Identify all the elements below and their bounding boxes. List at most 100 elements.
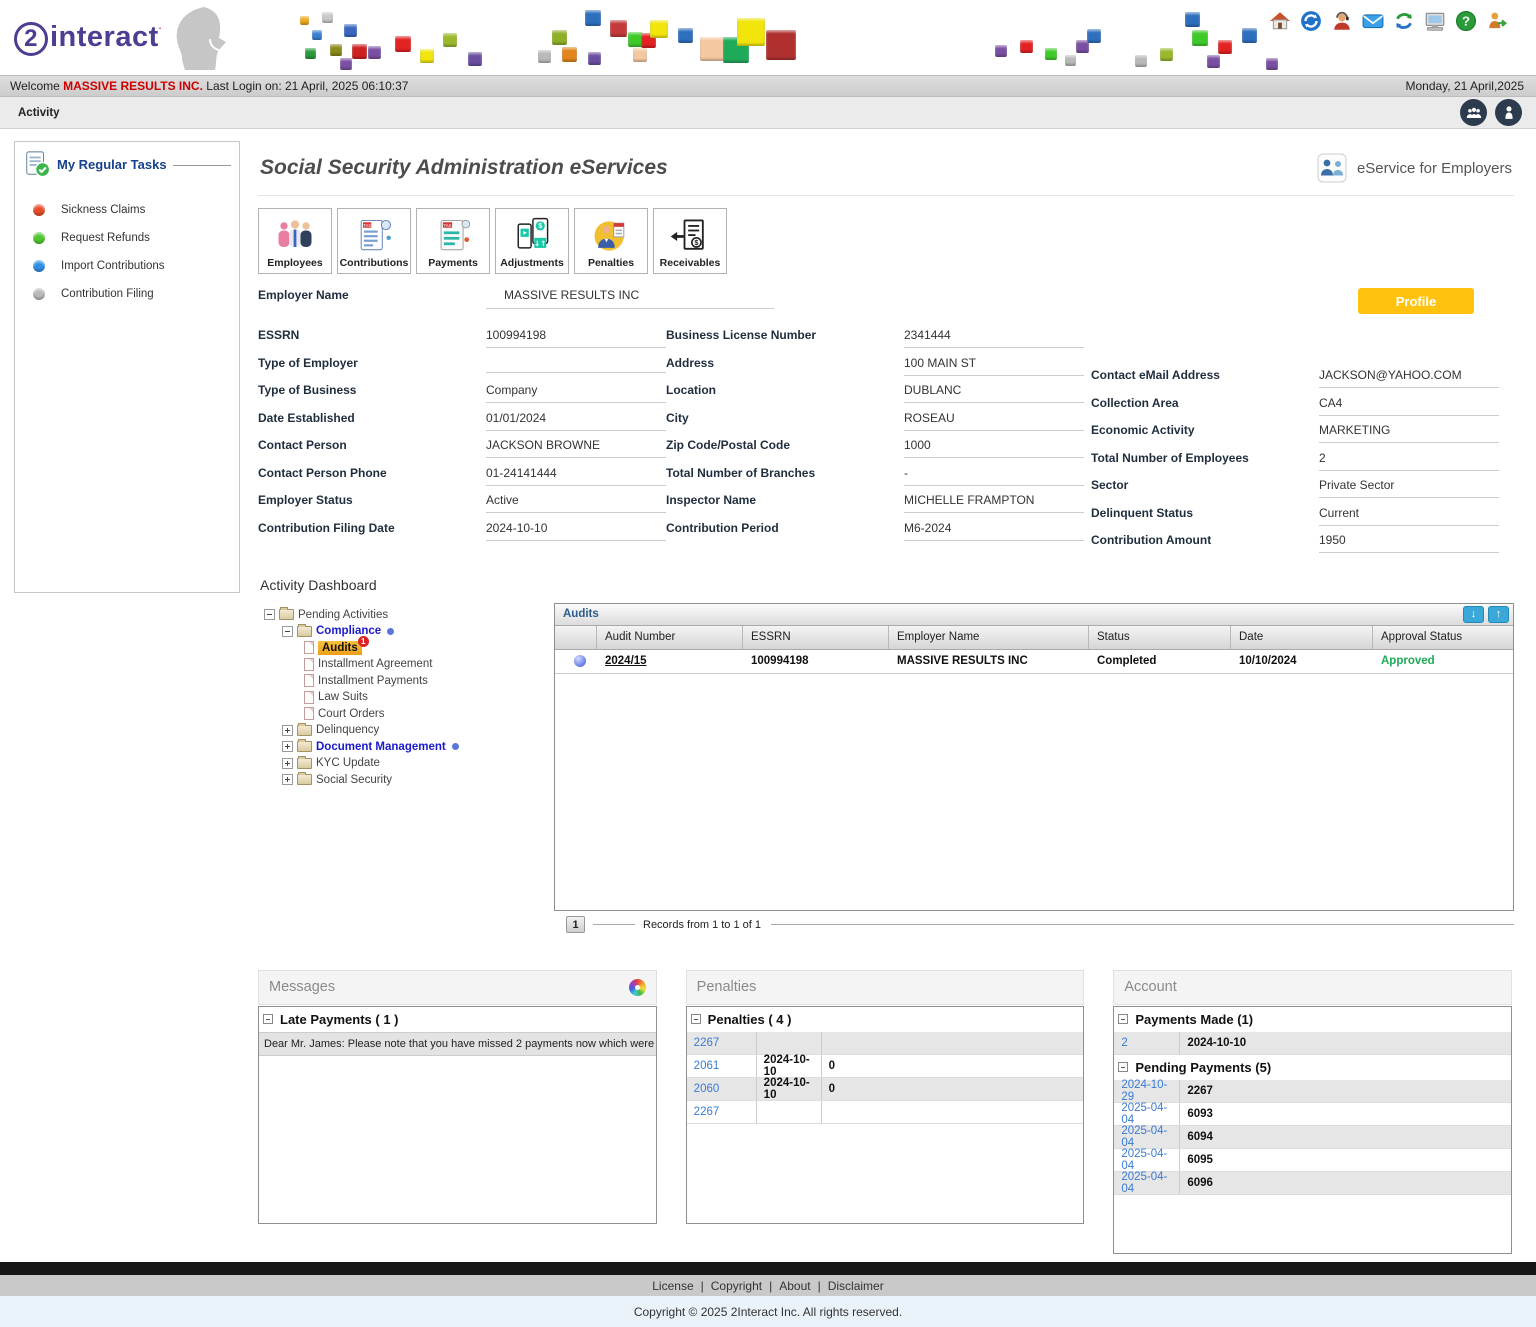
payments-icon: TAX: [431, 217, 475, 255]
employer-name-row: Employer Name MASSIVE RESULTS INC: [258, 288, 1514, 328]
collapse-icon[interactable]: [264, 609, 275, 620]
column-header: [555, 626, 597, 650]
field-label: Collection Area: [1091, 396, 1319, 410]
module-label: Receivables: [660, 257, 721, 269]
audits-area: Audits ↓ ↑ Audit Number ESSRN Emplo: [554, 603, 1514, 936]
support-icon[interactable]: [1331, 10, 1353, 32]
row-bullet[interactable]: [555, 650, 597, 674]
contributions-button[interactable]: TAX Contributions: [337, 208, 411, 274]
collapse-icon[interactable]: [691, 1014, 701, 1024]
computer-icon[interactable]: [1424, 10, 1446, 32]
column-header: Approval Status: [1373, 626, 1513, 650]
field-label: Contact Person: [258, 438, 486, 452]
tree-node-audits[interactable]: Audits1: [258, 640, 554, 657]
penalties-button[interactable]: Penalties: [574, 208, 648, 274]
tree-node-kyc-update[interactable]: KYC Update: [258, 755, 554, 772]
penalty-link[interactable]: 2267: [694, 1037, 720, 1049]
pending-payment-link[interactable]: 2025-04-04: [1121, 1171, 1179, 1195]
column-header: Employer Name: [889, 626, 1089, 650]
green-dot-icon: [33, 232, 45, 244]
refresh-pinwheel-icon[interactable]: [629, 979, 646, 996]
field-value: MARKETING: [1319, 423, 1499, 443]
tree-node-compliance[interactable]: Compliance: [258, 623, 554, 640]
penalty-link[interactable]: 2061: [694, 1060, 720, 1072]
svg-text:TAX: TAX: [444, 223, 452, 228]
pending-payment-link[interactable]: 2025-04-04: [1121, 1102, 1179, 1126]
help-icon[interactable]: ?: [1455, 10, 1477, 32]
expand-icon[interactable]: [282, 758, 293, 769]
about-link[interactable]: About: [779, 1279, 810, 1293]
sidebar-item-sickness-claims[interactable]: Sickness Claims: [29, 196, 239, 224]
download-icon[interactable]: ↓: [1463, 606, 1484, 623]
audits-title-bar: Audits ↓ ↑: [555, 604, 1513, 626]
sidebar-item-request-refunds[interactable]: Request Refunds: [29, 224, 239, 252]
tree-node-pending-activities[interactable]: Pending Activities: [258, 607, 554, 624]
payment-link[interactable]: 2: [1121, 1037, 1127, 1049]
refresh-icon[interactable]: [1393, 10, 1415, 32]
expand-icon[interactable]: [282, 725, 293, 736]
svg-text:$: $: [694, 238, 698, 247]
tree-node-installment-payments[interactable]: Installment Payments: [258, 673, 554, 690]
account-panel: Account Payments Made (1) 22024-10-10 Pe…: [1113, 970, 1512, 1254]
home-icon[interactable]: [1269, 10, 1291, 32]
module-label: Adjustments: [500, 257, 564, 269]
employees-button[interactable]: Employees: [258, 208, 332, 274]
table-row: 2024-10-292267: [1114, 1080, 1511, 1103]
tree-node-law-suits[interactable]: Law Suits: [258, 689, 554, 706]
expand-icon[interactable]: [282, 774, 293, 785]
gray-dot-icon: [33, 288, 45, 300]
file-icon: [304, 707, 314, 720]
logout-icon[interactable]: [1486, 10, 1508, 32]
disclaimer-link[interactable]: Disclaimer: [828, 1279, 884, 1293]
collapse-icon[interactable]: [1118, 1014, 1128, 1024]
group-icon[interactable]: [1460, 99, 1487, 126]
field-value: Company: [486, 383, 666, 403]
adjustments-button[interactable]: $↓↑ Adjustments: [495, 208, 569, 274]
penalty-link[interactable]: 2267: [694, 1106, 720, 1118]
penalty-link[interactable]: 2060: [694, 1083, 720, 1095]
expand-icon[interactable]: [282, 741, 293, 752]
collapse-icon[interactable]: [282, 626, 293, 637]
person-icon[interactable]: [1495, 99, 1522, 126]
audits-count-badge: 1: [358, 636, 369, 647]
pending-payment-link[interactable]: 2025-04-04: [1121, 1125, 1179, 1149]
receivables-button[interactable]: $ Receivables: [653, 208, 727, 274]
logo-text: 2interact.: [14, 21, 162, 56]
field-value: Private Sector: [1319, 478, 1499, 498]
audits-table: Audits ↓ ↑ Audit Number ESSRN Emplo: [554, 603, 1514, 911]
folder-icon: [297, 758, 312, 769]
mail-icon[interactable]: [1362, 10, 1384, 32]
employer-col-3: Contact eMail AddressJACKSON@YAHOO.COM C…: [1091, 328, 1514, 561]
pending-payment-link[interactable]: 2025-04-04: [1121, 1148, 1179, 1172]
file-icon: [304, 658, 314, 671]
employer-col-2: Business License Number2341444 Address10…: [666, 328, 1091, 561]
payments-button[interactable]: TAX Payments: [416, 208, 490, 274]
tree-node-court-orders[interactable]: Court Orders: [258, 706, 554, 723]
pending-payment-link[interactable]: 2024-10-29: [1121, 1079, 1179, 1103]
message-item[interactable]: Dear Mr. James: Please note that you hav…: [259, 1032, 656, 1056]
profile-button[interactable]: Profile: [1358, 288, 1474, 314]
menu-item-activity[interactable]: Activity: [18, 107, 60, 119]
copyright-link[interactable]: Copyright: [711, 1279, 762, 1293]
module-buttons: Employees TAX Contributions TAX Payments…: [258, 208, 1514, 274]
tree-node-delinquency[interactable]: Delinquency: [258, 722, 554, 739]
collapse-icon[interactable]: [263, 1014, 273, 1024]
tree-node-social-security[interactable]: Social Security: [258, 772, 554, 789]
license-link[interactable]: License: [652, 1279, 693, 1293]
cell-status: Completed: [1089, 650, 1231, 674]
folder-icon: [297, 725, 312, 736]
tree-node-document-management[interactable]: Document Management: [258, 739, 554, 756]
audit-number-link[interactable]: 2024/15: [605, 655, 647, 667]
field-label: ESSRN: [258, 328, 486, 342]
page-1-button[interactable]: 1: [566, 916, 585, 933]
tree-node-installment-agreement[interactable]: Installment Agreement: [258, 656, 554, 673]
sidebar-item-import-contributions[interactable]: Import Contributions: [29, 252, 239, 280]
divider: [593, 924, 635, 925]
field-value: JACKSON@YAHOO.COM: [1319, 368, 1499, 388]
sidebar-item-contribution-filing[interactable]: Contribution Filing: [29, 280, 239, 308]
upload-icon[interactable]: ↑: [1488, 606, 1509, 623]
globe-sync-icon[interactable]: [1300, 10, 1322, 32]
pending-payments-section: Pending Payments (5): [1114, 1055, 1511, 1080]
folder-icon: [297, 626, 312, 637]
collapse-icon[interactable]: [1118, 1062, 1128, 1072]
